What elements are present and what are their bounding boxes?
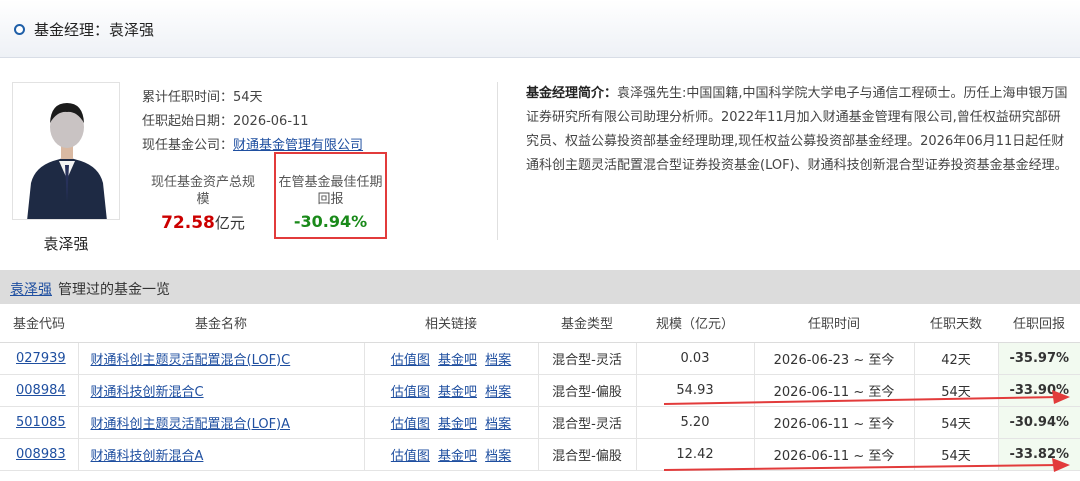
fund-name-link[interactable]: 财通科技创新混合A xyxy=(91,449,204,464)
assets-value-wrap: 72.58亿元 xyxy=(148,212,258,233)
fund-type: 混合型-灵活 xyxy=(537,342,636,375)
divider xyxy=(497,82,498,240)
assets-unit: 亿元 xyxy=(214,214,245,232)
fund-period: 2026-06-11 ~ 至今 xyxy=(753,374,914,407)
fund-days: 54天 xyxy=(913,406,998,439)
table-row: 008983 财通科技创新混合A 估值图 基金吧 档案 混合型-偏股 12.42… xyxy=(0,438,1080,471)
fund-type: 混合型-偏股 xyxy=(537,374,636,407)
manager-name-link[interactable]: 袁泽强 xyxy=(10,279,52,299)
fund-code-link[interactable]: 027939 xyxy=(16,351,66,366)
fund-period: 2026-06-11 ~ 至今 xyxy=(753,438,914,471)
fund-return: -30.94% xyxy=(997,406,1080,439)
fund-list-header: 袁泽强 管理过的基金一览 xyxy=(0,270,1080,304)
start-date-label: 任职起始日期： xyxy=(142,114,234,129)
manager-photo xyxy=(12,82,120,220)
tenure-row: 累计任职时间：54天 xyxy=(142,86,263,105)
fund-type: 混合型-偏股 xyxy=(537,438,636,471)
table-header-row: 基金代码 基金名称 相关链接 基金类型 规模（亿元） 任职时间 任职天数 任职回… xyxy=(0,304,1080,343)
fund-name-link[interactable]: 财通科技创新混合C xyxy=(91,385,204,400)
valuation-chart-link[interactable]: 估值图 xyxy=(391,417,430,432)
section-header: 基金经理：袁泽强 xyxy=(0,0,1080,58)
assets-label: 现任基金资产总规模 xyxy=(150,175,255,207)
tenure-value: 54天 xyxy=(233,90,263,105)
fund-code-link[interactable]: 008984 xyxy=(16,383,66,398)
fund-period: 2026-06-11 ~ 至今 xyxy=(753,406,914,439)
fund-forum-link[interactable]: 基金吧 xyxy=(438,449,477,464)
fund-return: -33.82% xyxy=(997,438,1080,471)
company-label: 现任基金公司： xyxy=(142,138,234,153)
manager-portrait-icon xyxy=(13,83,119,219)
fund-name-link[interactable]: 财通科创主题灵活配置混合(LOF)A xyxy=(91,417,291,432)
best-return-value: -30.94% xyxy=(293,212,368,231)
fund-size: 12.42 xyxy=(635,438,754,471)
fund-name-link[interactable]: 财通科创主题灵活配置混合(LOF)C xyxy=(91,353,291,368)
fund-code-link[interactable]: 501085 xyxy=(16,415,66,430)
fund-forum-link[interactable]: 基金吧 xyxy=(438,417,477,432)
col-header-return: 任职回报 xyxy=(998,304,1080,343)
table-row: 027939 财通科创主题灵活配置混合(LOF)C 估值图 基金吧 档案 混合型… xyxy=(0,342,1080,375)
valuation-chart-link[interactable]: 估值图 xyxy=(391,449,430,464)
manager-name: 袁泽强 xyxy=(43,235,89,253)
best-return-label: 在管基金最佳任期回报 xyxy=(278,175,383,207)
fund-return: -35.97% xyxy=(997,342,1080,375)
col-header-type: 基金类型 xyxy=(538,304,636,343)
fund-forum-link[interactable]: 基金吧 xyxy=(438,353,477,368)
valuation-chart-link[interactable]: 估值图 xyxy=(391,385,430,400)
fund-period: 2026-06-23 ~ 至今 xyxy=(753,342,914,375)
fund-size: 0.03 xyxy=(635,342,754,375)
fund-size: 5.20 xyxy=(635,406,754,439)
fund-days: 54天 xyxy=(913,374,998,407)
fund-code-link[interactable]: 008983 xyxy=(16,447,66,462)
table-row: 008984 财通科技创新混合C 估值图 基金吧 档案 混合型-偏股 54.93… xyxy=(0,374,1080,407)
fund-list-title: 管理过的基金一览 xyxy=(58,282,170,298)
col-header-period: 任职时间 xyxy=(754,304,914,343)
fund-days: 42天 xyxy=(913,342,998,375)
fund-size: 54.93 xyxy=(635,374,754,407)
fund-table: 基金代码 基金名称 相关链接 基金类型 规模（亿元） 任职时间 任职天数 任职回… xyxy=(0,304,1080,471)
col-header-links: 相关链接 xyxy=(364,304,538,343)
col-header-size: 规模（亿元） xyxy=(636,304,754,343)
company-row: 现任基金公司：财通基金管理有限公司 xyxy=(142,134,363,153)
fund-return: -33.90% xyxy=(997,374,1080,407)
tenure-label: 累计任职时间： xyxy=(142,90,234,105)
col-header-code: 基金代码 xyxy=(0,304,78,343)
table-row: 501085 财通科创主题灵活配置混合(LOF)A 估值图 基金吧 档案 混合型… xyxy=(0,406,1080,439)
col-header-name: 基金名称 xyxy=(78,304,364,343)
fund-days: 54天 xyxy=(913,438,998,471)
col-header-days: 任职天数 xyxy=(914,304,998,343)
fund-archive-link[interactable]: 档案 xyxy=(485,385,511,400)
start-date-row: 任职起始日期：2026-06-11 xyxy=(142,110,309,129)
assets-value: 72.58 xyxy=(161,213,215,233)
start-date-value: 2026-06-11 xyxy=(233,114,309,129)
fund-type: 混合型-灵活 xyxy=(537,406,636,439)
valuation-chart-link[interactable]: 估值图 xyxy=(391,353,430,368)
manager-bio: 基金经理简介：袁泽强先生:中国国籍,中国科学院大学电子与通信工程硕士。历任上海申… xyxy=(526,82,1068,178)
fund-archive-link[interactable]: 档案 xyxy=(485,449,511,464)
company-link[interactable]: 财通基金管理有限公司 xyxy=(233,138,363,153)
section-title: 基金经理：袁泽强 xyxy=(34,21,155,39)
circle-bullet-icon xyxy=(14,24,25,35)
fund-archive-link[interactable]: 档案 xyxy=(485,417,511,432)
bio-lead: 基金经理简介： xyxy=(526,86,618,101)
fund-archive-link[interactable]: 档案 xyxy=(485,353,511,368)
fund-forum-link[interactable]: 基金吧 xyxy=(438,385,477,400)
